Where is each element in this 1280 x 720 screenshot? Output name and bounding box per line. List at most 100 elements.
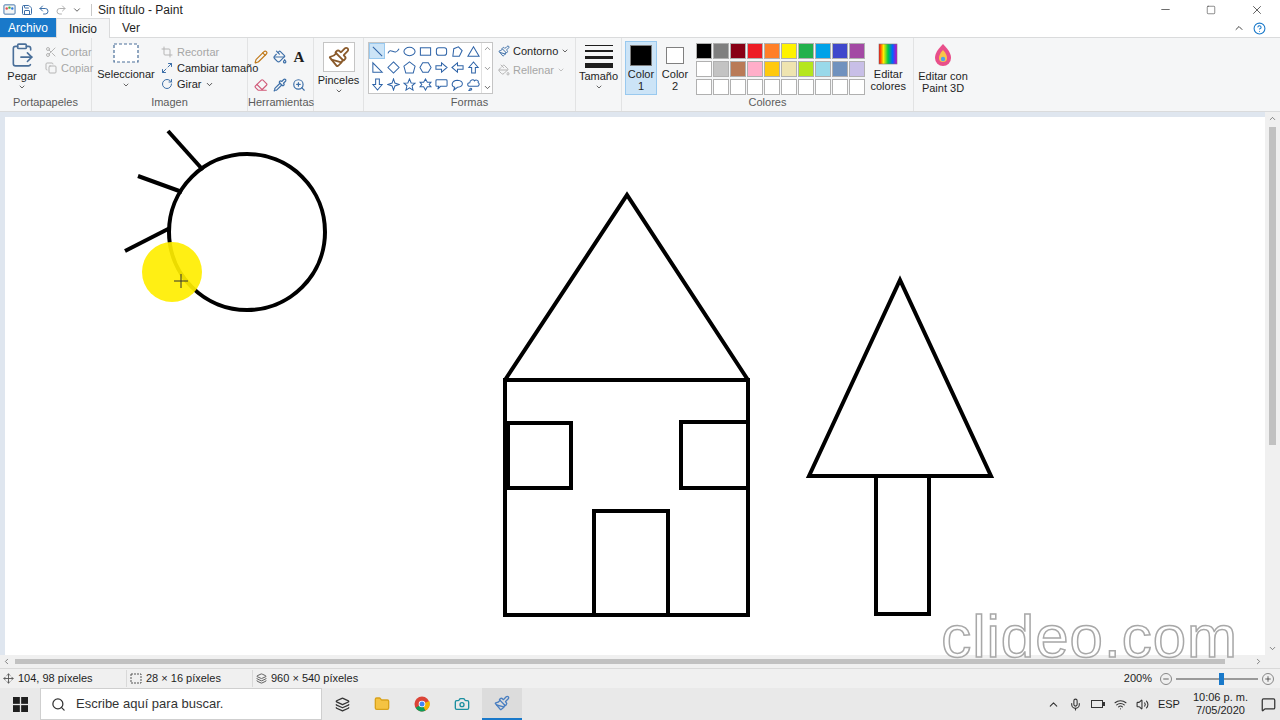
scroll-thumb[interactable] (15, 659, 1225, 664)
shape-button[interactable] (401, 76, 417, 92)
palette-color[interactable] (832, 61, 848, 77)
palette-color[interactable] (781, 43, 797, 59)
minimize-button[interactable] (1142, 0, 1188, 19)
palette-color[interactable] (747, 61, 763, 77)
palette-color[interactable] (798, 43, 814, 59)
palette-color[interactable] (798, 79, 814, 95)
drawing-canvas[interactable] (5, 117, 1265, 655)
zoom-slider-thumb[interactable] (1219, 673, 1224, 685)
chrome-button[interactable] (402, 688, 442, 720)
palette-color[interactable] (764, 61, 780, 77)
volume-icon[interactable] (1136, 698, 1149, 711)
palette-color[interactable] (849, 43, 865, 59)
shape-button[interactable] (449, 60, 465, 76)
zoom-out-button[interactable] (1160, 673, 1172, 685)
scroll-right-icon[interactable] (1254, 657, 1263, 666)
paste-button[interactable]: Pegar (3, 42, 41, 95)
microphone-icon[interactable] (1069, 698, 1082, 711)
shape-button[interactable] (385, 43, 401, 59)
save-icon[interactable] (21, 4, 33, 16)
palette-color[interactable] (713, 43, 729, 59)
palette-color[interactable] (815, 43, 831, 59)
undo-icon[interactable] (38, 4, 50, 16)
horizontal-scrollbar[interactable] (0, 655, 1280, 668)
recorder-button[interactable] (442, 688, 482, 720)
palette-color[interactable] (696, 61, 712, 77)
shape-button[interactable] (369, 76, 385, 92)
palette-color[interactable] (764, 43, 780, 59)
palette-color[interactable] (747, 43, 763, 59)
file-explorer-button[interactable] (362, 688, 402, 720)
shape-button[interactable] (401, 43, 417, 59)
color-button[interactable]: Color 2 (659, 41, 691, 95)
resize-button[interactable]: Cambiar tamaño (159, 60, 260, 76)
palette-color[interactable] (713, 79, 729, 95)
scroll-left-icon[interactable] (2, 657, 11, 666)
eraser-icon[interactable] (254, 78, 268, 92)
select-button[interactable]: Seleccionar (95, 42, 157, 95)
text-tool[interactable]: A (294, 50, 305, 65)
shape-button[interactable] (369, 60, 385, 76)
edit-colors-button[interactable]: Editar colores (866, 39, 910, 95)
task-view-button[interactable] (322, 688, 362, 720)
shape-button[interactable] (385, 60, 401, 76)
shape-button[interactable] (369, 43, 385, 59)
file-menu-tab[interactable]: Archivo (0, 18, 56, 37)
shape-button[interactable] (417, 60, 433, 76)
palette-color[interactable] (849, 79, 865, 95)
scroll-down-icon[interactable] (1268, 644, 1277, 653)
shape-button[interactable] (433, 60, 449, 76)
shape-button[interactable] (465, 76, 481, 92)
magnifier-icon[interactable] (292, 78, 306, 92)
palette-color[interactable] (764, 79, 780, 95)
zoom-in-button[interactable] (1262, 673, 1274, 685)
palette-color[interactable] (781, 79, 797, 95)
zoom-slider[interactable] (1176, 673, 1258, 685)
color-picker-icon[interactable] (273, 78, 287, 92)
shape-button[interactable] (417, 43, 433, 59)
shape-button[interactable] (417, 76, 433, 92)
palette-color[interactable] (832, 43, 848, 59)
help-icon[interactable] (1253, 22, 1266, 35)
paint3d-button[interactable]: Editar con Paint 3D (914, 38, 972, 111)
rotate-button[interactable]: Girar (159, 76, 260, 92)
shape-button[interactable] (385, 76, 401, 92)
palette-color[interactable] (730, 79, 746, 95)
shape-button[interactable] (465, 43, 481, 59)
fill-icon[interactable] (273, 50, 287, 64)
more-shapes-icon[interactable] (483, 83, 492, 92)
scroll-down-icon[interactable] (483, 64, 492, 73)
palette-color[interactable] (815, 79, 831, 95)
wifi-icon[interactable] (1114, 698, 1127, 711)
palette-color[interactable] (696, 79, 712, 95)
shape-button[interactable] (401, 60, 417, 76)
paint-taskbar-button[interactable] (482, 688, 522, 720)
start-button[interactable] (0, 688, 40, 720)
close-button[interactable] (1234, 0, 1280, 19)
size-button[interactable]: Tamaño (576, 38, 621, 95)
shape-button[interactable] (449, 76, 465, 92)
outline-button[interactable]: Contorno (498, 43, 569, 59)
palette-color[interactable] (730, 43, 746, 59)
palette-color[interactable] (747, 79, 763, 95)
vertical-scrollbar[interactable] (1265, 112, 1280, 655)
palette-color[interactable] (798, 61, 814, 77)
shape-button[interactable] (449, 43, 465, 59)
taskbar-search[interactable]: Escribe aquí para buscar. (40, 688, 322, 720)
shape-button[interactable] (433, 76, 449, 92)
shape-button[interactable] (465, 60, 481, 76)
palette-color[interactable] (832, 79, 848, 95)
pencil-icon[interactable] (254, 50, 268, 64)
brushes-button[interactable]: Pinceles (314, 38, 363, 95)
palette-color[interactable] (815, 61, 831, 77)
maximize-button[interactable] (1188, 0, 1234, 19)
palette-color[interactable] (696, 43, 712, 59)
clock[interactable]: 10:06 p. m.7/05/2020 (1189, 691, 1252, 717)
hidden-icons-icon[interactable] (1047, 698, 1060, 711)
palette-color[interactable] (730, 61, 746, 77)
scroll-up-icon[interactable] (1268, 114, 1277, 123)
palette-color[interactable] (713, 61, 729, 77)
redo-icon[interactable] (55, 4, 67, 16)
customize-icon[interactable] (72, 5, 82, 15)
notifications-icon[interactable] (1261, 697, 1276, 712)
